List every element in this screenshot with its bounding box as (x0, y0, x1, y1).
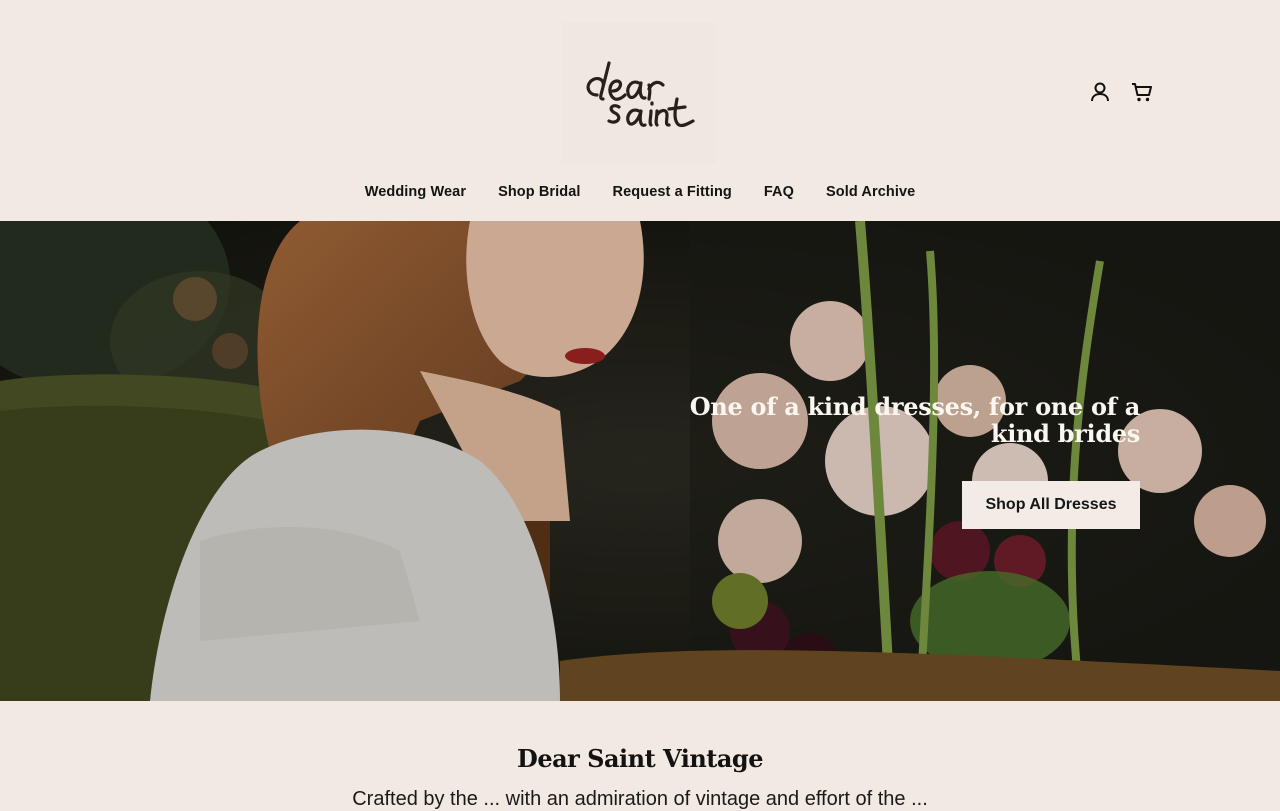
intro-title: Dear Saint Vintage (517, 744, 763, 773)
main-navigation: Wedding Wear Shop Bridal Request a Fitti… (0, 180, 1280, 204)
hero-heading: One of a kind dresses, for one of a kind… (689, 392, 1141, 448)
brand-logo[interactable] (562, 22, 716, 164)
account-icon[interactable] (1086, 78, 1114, 106)
nav-item-wedding-wear[interactable]: Wedding Wear (349, 180, 482, 204)
shop-all-dresses-button[interactable]: Shop All Dresses (962, 481, 1140, 529)
cart-icon[interactable] (1128, 78, 1156, 106)
nav-item-shop-bridal[interactable]: Shop Bridal (482, 180, 596, 204)
nav-item-faq[interactable]: FAQ (748, 180, 810, 204)
header-actions (1086, 78, 1156, 106)
site-header: Wedding Wear Shop Bridal Request a Fitti… (0, 0, 1280, 221)
hero-banner: One of a kind dresses, for one of a kind… (0, 221, 1280, 701)
hero-image (0, 221, 1280, 701)
nav-item-request-fitting[interactable]: Request a Fitting (597, 180, 748, 204)
logo-icon (586, 61, 695, 128)
nav-item-sold-archive[interactable]: Sold Archive (810, 180, 931, 204)
